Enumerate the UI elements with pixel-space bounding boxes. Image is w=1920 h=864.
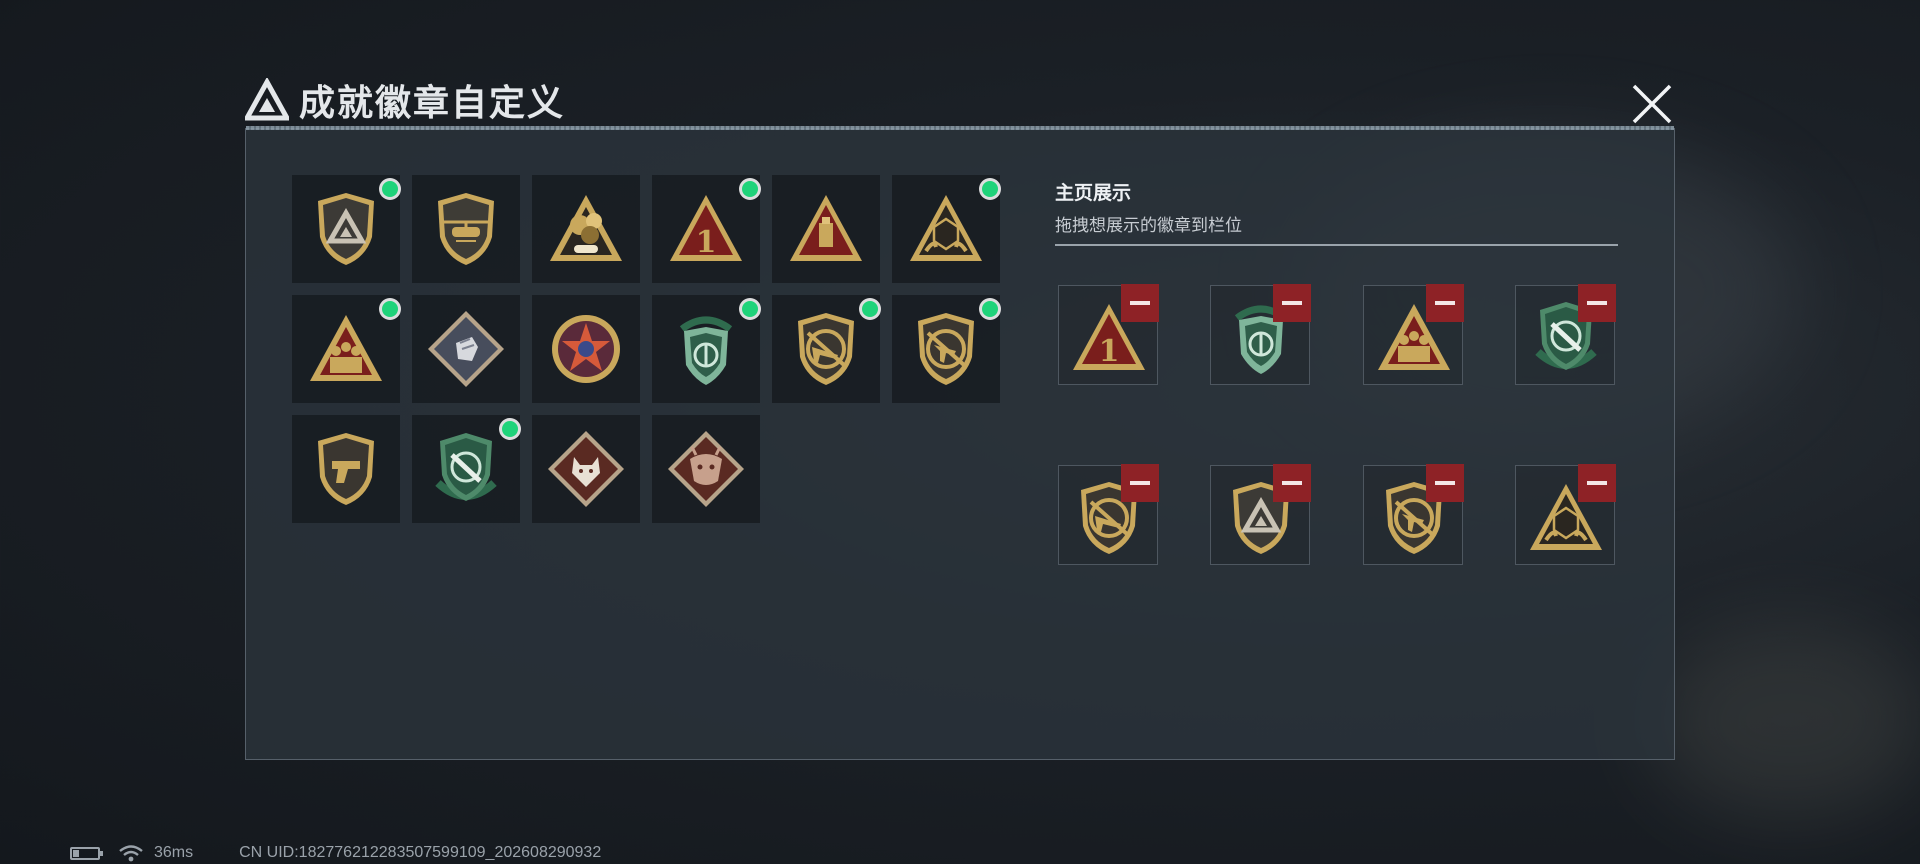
equipped-indicator-icon: [502, 421, 518, 437]
panel-top-border: [246, 126, 1674, 130]
delta-logo-icon: [245, 78, 289, 121]
showcase-slot[interactable]: 1: [1058, 284, 1159, 385]
badge-cell[interactable]: 1: [652, 175, 760, 283]
badge-cell[interactable]: [652, 415, 760, 523]
equipped-indicator-icon: [742, 181, 758, 197]
squad-soldiers-triangle-icon: [310, 315, 382, 381]
latency-text: 36ms: [154, 844, 194, 861]
background-blur: [1650, 620, 1920, 820]
badge-cell[interactable]: [772, 175, 880, 283]
badge-cell[interactable]: [772, 295, 880, 403]
remove-badge-button[interactable]: [1121, 464, 1159, 502]
equipped-indicator-icon: [382, 181, 398, 197]
showcase-slot[interactable]: [1210, 284, 1311, 385]
equipped-indicator-icon: [862, 301, 878, 317]
wolf-diamond-icon: [548, 431, 624, 507]
badge-cell[interactable]: [532, 175, 640, 283]
pistol-shield-icon: [318, 433, 374, 505]
status-bar: 36ms CN UID:18277621228350759910​9_20260…: [70, 843, 601, 863]
badge-cell[interactable]: [292, 295, 400, 403]
usb-drive-triangle-icon: [790, 195, 862, 261]
close-icon[interactable]: [1626, 78, 1678, 130]
showcase-slot[interactable]: [1515, 464, 1616, 565]
badge-cell[interactable]: [292, 415, 400, 523]
showcase-slot[interactable]: [1363, 284, 1464, 385]
badge-cell[interactable]: [412, 295, 520, 403]
wifi-icon: [119, 845, 143, 862]
gold-grenade-triangle-icon: [550, 195, 622, 261]
equipped-indicator-icon: [742, 301, 758, 317]
d20-dice-triangle-icon: [910, 195, 982, 261]
showcase-subtitle: 拖拽想展示的徽章到栏位: [1055, 216, 1242, 236]
remove-badge-button[interactable]: [1121, 284, 1159, 322]
helicopter-shield-icon: [438, 193, 494, 265]
remove-badge-button[interactable]: [1273, 464, 1311, 502]
shield-delta-emblem-icon: [318, 193, 374, 265]
battery-icon: [70, 846, 103, 860]
remove-badge-button[interactable]: [1578, 464, 1616, 502]
badge-cell[interactable]: [412, 175, 520, 283]
silver-fist-diamond-icon: [428, 311, 504, 387]
showcase-slot[interactable]: [1515, 284, 1616, 385]
showcase-title: 主页展示: [1055, 182, 1132, 204]
green-emblem-shield-icon: [679, 316, 733, 385]
equipped-indicator-icon: [982, 301, 998, 317]
badge-cell[interactable]: [292, 175, 400, 283]
badge-cell[interactable]: [532, 415, 640, 523]
divider: [1055, 244, 1618, 246]
badge-cell[interactable]: [412, 415, 520, 523]
green-knife-crosshair-icon: [435, 433, 497, 501]
badge-cell[interactable]: [892, 295, 1000, 403]
badge-cell[interactable]: [532, 295, 640, 403]
showcase-slot[interactable]: [1210, 464, 1311, 565]
badge-cell[interactable]: [652, 295, 760, 403]
remove-badge-button[interactable]: [1273, 284, 1311, 322]
remove-badge-button[interactable]: [1426, 464, 1464, 502]
page-title: 成就徽章自定义: [299, 83, 566, 124]
equipped-indicator-icon: [382, 301, 398, 317]
showcase-slot[interactable]: [1058, 464, 1159, 565]
remove-badge-button[interactable]: [1578, 284, 1616, 322]
svg-text:1: 1: [1099, 334, 1120, 369]
dragon-diamond-icon: [668, 431, 744, 507]
red-star-medal-icon: [552, 315, 620, 383]
remove-badge-button[interactable]: [1426, 284, 1464, 322]
rifle-shield-icon: [798, 313, 854, 385]
uid-text: CN UID:18277621228350759910​9_2026082909…: [239, 844, 602, 861]
dialog-header: 成就徽章自定义: [245, 75, 565, 125]
number-one-triangle-icon: 1: [670, 195, 742, 261]
showcase-slot[interactable]: [1363, 464, 1464, 565]
equipped-indicator-icon: [982, 181, 998, 197]
svg-text:1: 1: [696, 225, 717, 260]
smg-shield-icon: [918, 313, 974, 385]
badge-cell[interactable]: [892, 175, 1000, 283]
